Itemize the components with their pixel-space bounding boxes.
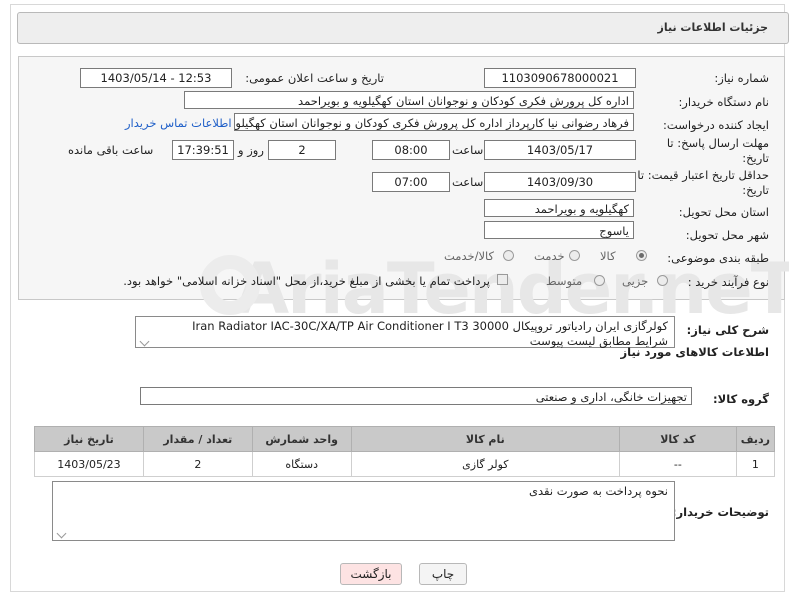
requester-label: ایجاد کننده درخواست: <box>663 118 769 132</box>
reply-days-field: 2 <box>268 140 336 160</box>
requester-field: فرهاد رضوانی نیا کارپرداز اداره کل پرورش… <box>234 113 634 131</box>
process-radio-medium[interactable] <box>594 275 605 286</box>
delivery-city-label: شهر محل تحویل: <box>685 228 769 242</box>
process-option-medium: متوسط <box>546 274 583 288</box>
description-textarea: کولرگازی ایران رادیاتور تروپیکال Iran Ra… <box>135 316 675 348</box>
price-validity-label-2: تاریخ: <box>742 183 769 197</box>
treasury-bond-note: پرداخت تمام یا بخشی از مبلغ خرید،از محل … <box>123 274 490 288</box>
buyer-notes-textarea: نحوه پرداخت به صورت نقدی <box>52 481 675 541</box>
description-line-1: کولرگازی ایران رادیاتور تروپیکال Iran Ra… <box>192 319 668 333</box>
category-option-goods-service: کالا/خدمت <box>444 249 495 263</box>
remaining-time-label: ساعت باقی مانده <box>68 143 154 157</box>
page-header: جزئیات اطلاعات نیاز <box>17 12 789 44</box>
col-header-row: ردیف <box>735 426 776 452</box>
reply-deadline-label-1: مهلت ارسال پاسخ: تا <box>666 136 769 150</box>
category-label: طبقه بندی موضوعی: <box>667 251 769 265</box>
goods-group-field: تجهیزات خانگی، اداری و صنعتی <box>140 387 692 405</box>
table-row: 1 -- کولر گازی دستگاه 2 1403/05/23 <box>34 451 776 477</box>
category-radio-service[interactable] <box>569 250 580 261</box>
reply-time-field: 08:00 <box>372 140 450 160</box>
cell-row-number: 1 <box>735 451 776 477</box>
buyer-notes-text: نحوه پرداخت به صورت نقدی <box>529 484 668 498</box>
process-option-minor: جزیی <box>622 274 649 288</box>
delivery-province-field: کهگیلویه و بویراحمد <box>484 199 634 217</box>
price-validity-date-field: 1403/09/30 <box>484 172 636 192</box>
category-radio-goods-service[interactable] <box>503 250 514 261</box>
reply-deadline-label-2: تاریخ: <box>742 151 769 165</box>
buyer-contact-link[interactable]: اطلاعات تماس خریدار <box>125 116 232 130</box>
cell-item-name: کولر گازی <box>350 451 621 477</box>
category-option-goods: کالا <box>600 249 616 263</box>
cell-unit: دستگاه <box>251 451 352 477</box>
cell-need-date: 1403/05/23 <box>34 451 144 477</box>
buyer-notes-label: توضیحات خریدار: <box>671 505 769 519</box>
treasury-bond-checkbox[interactable] <box>497 274 508 285</box>
col-header-date: تاریخ نیاز <box>34 426 144 452</box>
buyer-org-field: اداره کل پرورش فکری کودکان و نوجوانان اس… <box>184 91 634 109</box>
page-title: جزئیات اطلاعات نیاز <box>657 21 769 34</box>
category-radio-goods[interactable] <box>636 250 647 261</box>
reply-days-label: روز و <box>238 143 264 157</box>
items-table-header-row: ردیف کد کالا نام کالا واحد شمارش تعداد /… <box>34 426 776 452</box>
description-line-2: شرایط مطابق لیست پیوست <box>529 334 668 348</box>
back-button[interactable]: بازگشت <box>340 563 402 585</box>
need-number-field: 1103090678000021 <box>484 68 636 88</box>
col-header-quantity: تعداد / مقدار <box>142 426 253 452</box>
reply-time-label: ساعت <box>452 143 484 157</box>
announce-datetime-label: تاریخ و ساعت اعلان عمومی: <box>245 71 384 85</box>
goods-section-title: اطلاعات کالاهای مورد نیاز <box>620 345 769 359</box>
delivery-province-label: استان محل تحویل: <box>678 205 769 219</box>
col-header-name: نام کالا <box>350 426 621 452</box>
announce-datetime-field: 1403/05/14 - 12:53 <box>80 68 232 88</box>
need-number-label: شماره نیاز: <box>714 71 769 85</box>
col-header-code: کد کالا <box>619 426 737 452</box>
print-button[interactable]: چاپ <box>419 563 467 585</box>
price-validity-time-field: 07:00 <box>372 172 450 192</box>
buyer-org-label: نام دستگاه خریدار: <box>678 95 769 109</box>
price-validity-time-label: ساعت <box>452 175 484 189</box>
delivery-city-field: یاسوج <box>484 221 634 239</box>
purchase-process-label: نوع فرآیند خرید : <box>687 275 769 289</box>
items-table: ردیف کد کالا نام کالا واحد شمارش تعداد /… <box>34 426 776 477</box>
remaining-time-field: 17:39:51 <box>172 140 234 160</box>
cell-item-code: -- <box>619 451 737 477</box>
description-label: شرح کلی نیاز: <box>686 323 769 337</box>
price-validity-label-1: حداقل تاریخ اعتبار قیمت: تا <box>637 168 769 182</box>
col-header-unit: واحد شمارش <box>251 426 352 452</box>
cell-quantity: 2 <box>142 451 253 477</box>
process-radio-minor[interactable] <box>657 275 668 286</box>
reply-date-field: 1403/05/17 <box>484 140 636 160</box>
goods-group-label: گروه کالا: <box>713 392 769 406</box>
category-option-service: خدمت <box>534 249 565 263</box>
